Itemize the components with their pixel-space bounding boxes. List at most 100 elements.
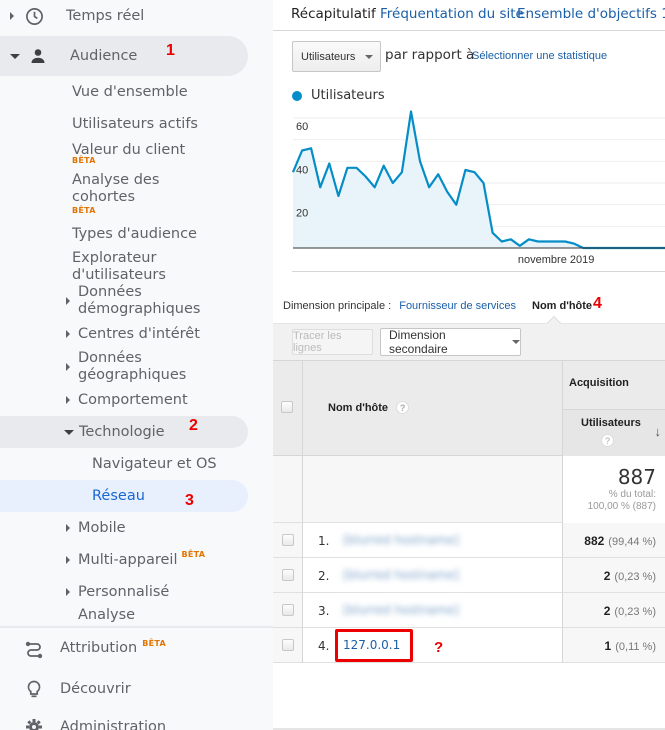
column-divider [302,360,303,663]
expand-arrow-icon [66,588,70,596]
users-pct: (99,44 %) [608,536,656,548]
nav-interests[interactable]: Centres d'intérêt [66,326,200,342]
nav-browser-os[interactable]: Navigateur et OS [92,456,217,472]
y-tick-label: 20 [296,208,308,220]
chart-area [293,111,665,248]
nav-label: Personnalisé [78,584,170,600]
table-toolbar: Tracer les lignes Dimension secondaire [273,315,665,360]
hostname-link[interactable]: [blurred hostname] [343,533,459,547]
users-value: 2 [603,569,611,583]
nav-overview[interactable]: Vue d'ensemble [72,84,188,100]
annotation-question: ? [434,639,444,656]
report-panel: Récapitulatif Fréquentation du site Ense… [273,0,665,730]
row-checkbox[interactable] [281,534,294,546]
users-value: 882 [584,534,605,548]
nav-behavior[interactable]: Comportement [66,392,188,408]
secondary-dimension-select[interactable]: Dimension secondaire [380,328,521,356]
sort-desc-icon[interactable]: ↓ [655,424,662,439]
tab-site-usage[interactable]: Fréquentation du site [380,6,524,22]
tab-goal-set-1[interactable]: Ensemble d'objectifs 1 [517,6,665,22]
select-metric-link[interactable]: Sélectionner une statistique [472,50,607,62]
annotation-3: 3 [185,492,194,509]
x-tick-label: novembre 2019 [518,254,594,266]
nav-label: Explorateur d'utilisateurs [72,250,166,283]
select-all-checkbox[interactable] [281,401,293,413]
plot-rows-button[interactable]: Tracer les lignes [292,329,373,355]
active-dimension-pointer [546,315,562,331]
nav-label: Multi-appareil [78,552,178,568]
nav-active-users[interactable]: Utilisateurs actifs [72,116,198,132]
sidebar-nav: Temps réel Audience 1 Vue d'ensemble Uti… [0,0,273,730]
nav-attribution[interactable]: Attribution BÊTA [25,639,166,659]
legend-dot-icon [292,90,302,101]
nav-label: Réseau [92,488,145,504]
annotation-4: 4 [593,295,602,312]
users-value: 2 [603,604,611,618]
beta-badge: BÊTA [72,156,96,165]
column-header-users[interactable]: Utilisateurs ? ↓ [563,409,665,457]
nav-audience-types[interactable]: Types d'audience [72,226,197,242]
primary-dimension-bar: Dimension principale : Fournisseur de se… [283,300,592,312]
nav-network[interactable]: Réseau [92,488,145,504]
expand-arrow-icon [10,12,14,20]
nav-admin[interactable]: Administration [25,718,166,730]
nav-user-explorer[interactable]: Explorateur d'utilisateurs [72,250,182,284]
expand-arrow-icon [66,524,70,532]
nav-label: Types d'audience [72,226,197,242]
expand-arrow-icon [66,556,70,564]
help-icon[interactable]: ? [396,401,410,414]
nav-label: Analyse [78,607,136,623]
row-checkbox[interactable] [281,569,294,581]
expand-arrow-icon [66,363,70,371]
nav-audience[interactable]: Audience [10,46,137,66]
highlight-box [335,629,413,662]
chart-legend: Utilisateurs [292,88,385,103]
row-checkbox[interactable] [281,604,294,616]
secondary-dimension-label: Dimension secondaire [389,328,448,356]
nav-label: Temps réel [66,8,145,24]
chart-divider [292,271,665,272]
nav-cross-device[interactable]: Multi-appareil BÊTA [66,550,205,568]
beta-badge: BÊTA [181,550,206,559]
nav-label: Audience [70,48,138,64]
dimension-service-provider[interactable]: Fournisseur de services [399,300,516,312]
nav-realtime[interactable]: Temps réel [10,6,144,26]
help-icon[interactable]: ? [601,434,614,447]
nav-demographics[interactable]: Données démographiques [66,284,216,318]
versus-label: par rapport à [385,47,475,63]
gear-icon [26,719,42,730]
table-row: 1. [blurred hostname] 882 (99,44 %) [273,523,665,558]
collapse-arrow-icon [10,53,20,59]
row-index: 1. [318,534,330,548]
nav-label: Attribution [60,640,138,656]
metric-select[interactable]: Utilisateurs [292,41,381,72]
row-index: 4. [318,639,330,653]
row-checkbox[interactable] [281,639,294,651]
total-users: 887 [617,465,656,489]
users-pct: (0,23 %) [614,606,656,618]
beta-badge: BÊTA [142,639,166,648]
nav-label: Utilisateurs actifs [72,116,198,132]
nav-lifetime-value[interactable]: Valeur du client BÊTA [72,142,185,165]
nav-custom[interactable]: Personnalisé [66,584,169,600]
y-tick-label: 60 [296,121,308,133]
nav-cohort-analysis[interactable]: Analyse des cohortes BÊTA [72,172,182,215]
table-row: 3. [blurred hostname] 2 (0,23 %) [273,593,665,628]
column-header-hostname[interactable]: Nom d'hôte ? [328,401,410,414]
tab-summary[interactable]: Récapitulatif [291,6,376,22]
column-label: Utilisateurs [581,417,641,429]
beta-badge: BÊTA [72,206,96,215]
row-index: 2. [318,569,330,583]
hostname-link[interactable]: [blurred hostname] [343,603,459,617]
nav-discover[interactable]: Découvrir [26,680,131,698]
nav-mobile[interactable]: Mobile [66,520,126,536]
nav-technology[interactable]: Technologie [64,424,165,440]
nav-label: Centres d'intérêt [78,326,200,342]
expand-arrow-icon [66,396,70,404]
y-tick-label: 40 [296,164,308,176]
nav-geo[interactable]: Données géographiques [66,350,196,384]
legend-label: Utilisateurs [311,88,385,103]
dimension-hostname[interactable]: Nom d'hôte [532,300,592,312]
primary-dimension-label: Dimension principale : [283,300,392,312]
hostname-link[interactable]: [blurred hostname] [343,568,459,582]
